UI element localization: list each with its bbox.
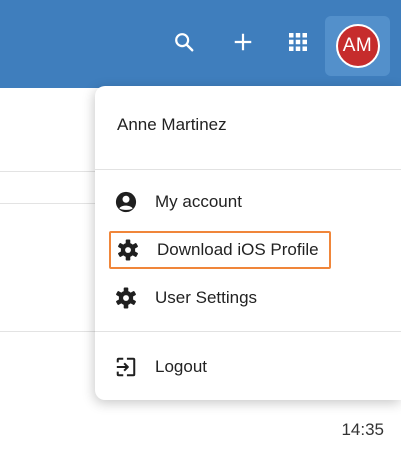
background-divider <box>0 203 100 204</box>
avatar-button[interactable]: AM <box>325 16 390 76</box>
plus-icon <box>234 33 252 51</box>
background-divider <box>0 331 100 332</box>
top-app-bar: AM <box>0 0 401 88</box>
menu-item-label: User Settings <box>155 288 258 307</box>
search-button[interactable] <box>166 24 202 60</box>
menu-divider <box>95 169 401 170</box>
menu-item-user-settings[interactable]: User Settings <box>109 279 257 317</box>
background-divider <box>0 171 100 172</box>
avatar: AM <box>335 24 380 68</box>
gear-icon <box>118 239 138 261</box>
menu-item-my-account[interactable]: My account <box>109 183 242 221</box>
menu-item-label: Download iOS Profile <box>157 240 319 259</box>
menu-item-label: Logout <box>155 357 207 376</box>
apps-button[interactable] <box>280 24 316 60</box>
menu-item-download-ios-profile[interactable]: Download iOS Profile <box>109 231 331 269</box>
account-circle-icon <box>115 191 137 213</box>
user-dropdown-menu: Anne Martinez My account Download iOS Pr… <box>95 86 401 400</box>
status-time: 14:35 <box>341 420 384 439</box>
search-icon <box>175 33 194 52</box>
gear-icon <box>116 287 136 309</box>
apps-grid-icon <box>289 33 307 51</box>
add-button[interactable] <box>225 24 261 60</box>
user-name: Anne Martinez <box>117 115 227 134</box>
menu-item-label: My account <box>155 192 242 211</box>
logout-icon <box>116 357 136 377</box>
menu-item-logout[interactable]: Logout <box>109 348 207 386</box>
menu-divider <box>95 331 401 332</box>
